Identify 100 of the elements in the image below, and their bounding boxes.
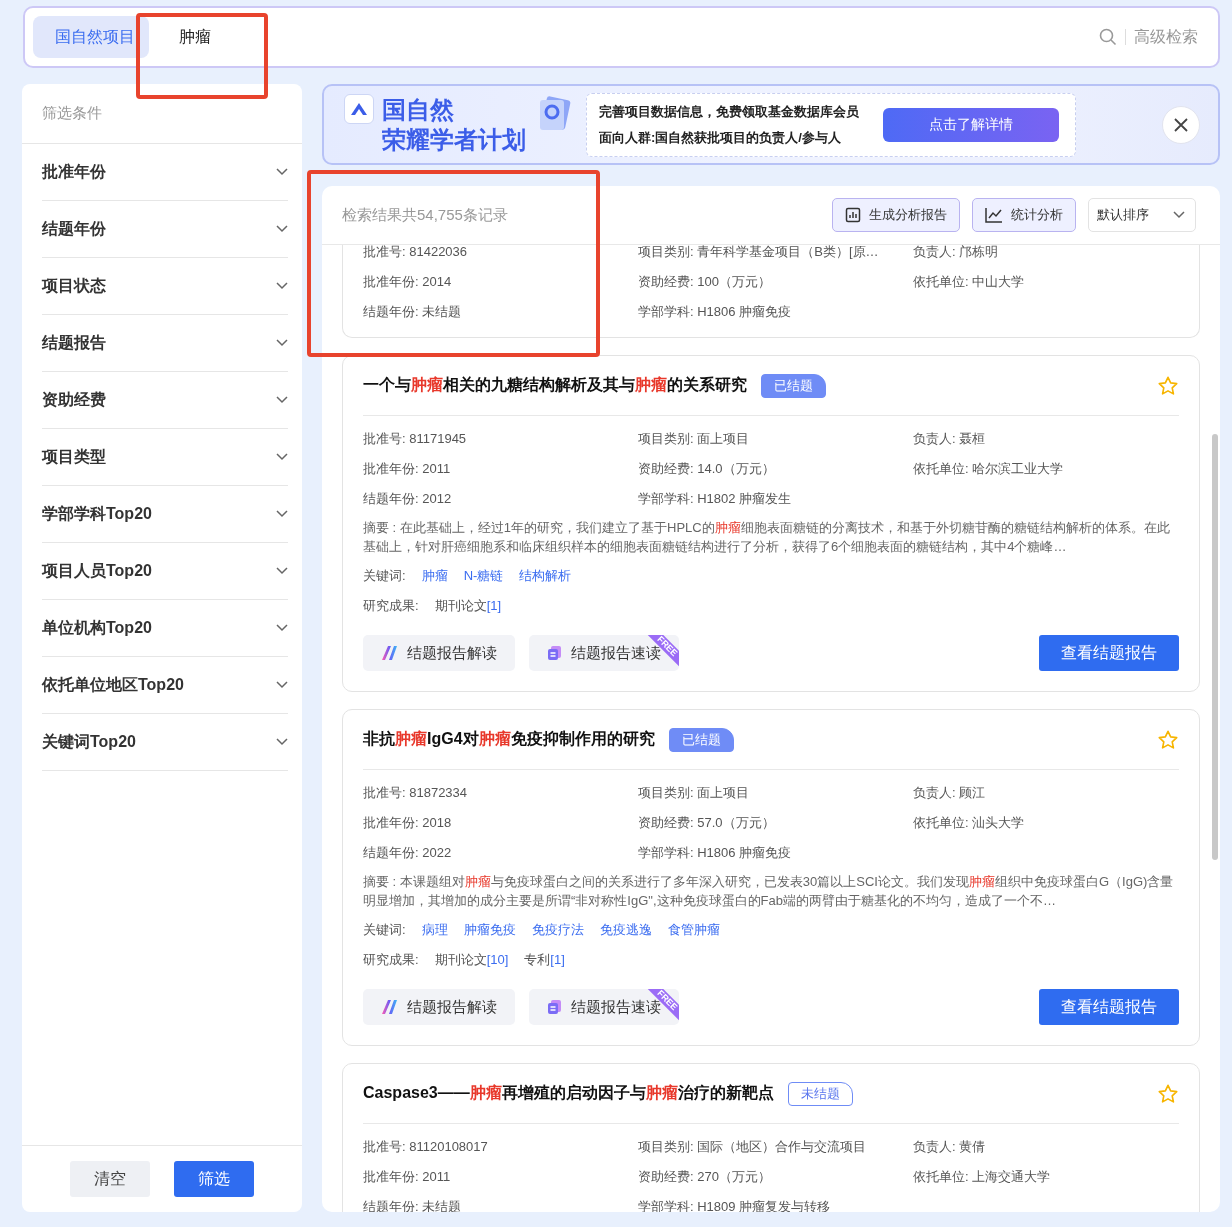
banner-text: 完善项目数据信息，免费领取基金数据库会员: [599, 102, 860, 121]
meta-field: 负责人: 黄倩: [913, 1132, 1179, 1162]
meta-field: 依托单位: 汕头大学: [913, 808, 1179, 838]
filter-item[interactable]: 项目人员Top20: [42, 543, 288, 600]
keywords-label: 关键词:: [363, 567, 406, 585]
meta-field: 资助经费: 100（万元）: [638, 267, 913, 297]
project-title[interactable]: 一个与肿瘤相关的九糖结构解析及其与肿瘤的关系研究: [363, 375, 747, 396]
chevron-down-icon: [276, 339, 288, 347]
meta-field: 批准号: 81422036: [363, 245, 638, 267]
meta-field: 学部学科: H1806 肿瘤免疫: [638, 838, 913, 868]
details-button[interactable]: 点击了解详情: [883, 107, 1059, 142]
project-title[interactable]: Caspase3——肿瘤再增殖的启动因子与肿瘤治疗的新靶点: [363, 1083, 774, 1104]
meta-field: 负责人: 邝栋明: [913, 245, 1179, 267]
keyword-link[interactable]: 肿瘤: [421, 567, 448, 585]
star-icon[interactable]: [1157, 1082, 1179, 1105]
star-icon[interactable]: [1157, 728, 1179, 751]
meta-field: 依托单位: 中山大学: [913, 267, 1179, 297]
logo-icon: [344, 94, 374, 124]
meta-field: 结题年份: 2022: [363, 838, 638, 868]
filter-item[interactable]: 项目类型: [42, 429, 288, 486]
meta-field: 依托单位: 哈尔滨工业大学: [913, 454, 1179, 484]
filter-item[interactable]: 学部学科Top20: [42, 486, 288, 543]
chevron-down-icon: [276, 396, 288, 404]
keyword-link[interactable]: 免疫逃逸: [599, 921, 652, 939]
clear-button[interactable]: 清空: [70, 1161, 150, 1197]
meta-field: 批准年份: 2014: [363, 267, 638, 297]
interpret-button[interactable]: 结题报告解读: [363, 989, 515, 1025]
sort-dropdown[interactable]: 默认排序: [1088, 198, 1196, 232]
keyword-link[interactable]: 结构解析: [519, 567, 572, 585]
banner-text: 面向人群:国自然获批项目的负责人/参与人: [599, 128, 842, 147]
filter-item[interactable]: 结题年份: [42, 201, 288, 258]
keywords-label: 关键词:: [363, 921, 406, 939]
meta-field: 学部学科: H1809 肿瘤复发与转移: [638, 1192, 913, 1212]
statistics-button[interactable]: 统计分析: [972, 198, 1076, 232]
outputs-label: 研究成果:: [363, 951, 419, 969]
chevron-down-icon: [276, 738, 288, 746]
outputs-label: 研究成果:: [363, 597, 419, 615]
search-query[interactable]: 肿瘤: [179, 26, 1099, 48]
filter-item[interactable]: 依托单位地区Top20: [42, 657, 288, 714]
scrollbar[interactable]: [1212, 434, 1218, 860]
filter-item[interactable]: 结题报告: [42, 315, 288, 372]
keyword-link[interactable]: 病理: [421, 921, 448, 939]
filter-item[interactable]: 单位机构Top20: [42, 600, 288, 657]
view-report-button[interactable]: 查看结题报告: [1039, 635, 1179, 671]
meta-field: 项目类别: 国际（地区）合作与交流项目: [638, 1132, 913, 1162]
output-link[interactable]: 期刊论文[10]: [434, 951, 509, 969]
filter-button[interactable]: 筛选: [174, 1161, 254, 1197]
star-icon[interactable]: [1157, 374, 1179, 397]
chevron-down-icon: [276, 168, 288, 176]
chevron-down-icon: [1173, 211, 1185, 219]
chevron-down-icon: [276, 624, 288, 632]
analysis-report-button[interactable]: 生成分析报告: [832, 198, 960, 232]
ai-icon: [381, 645, 399, 661]
search-icon[interactable]: [1099, 28, 1117, 46]
status-tag: 已结题: [668, 727, 734, 752]
keyword-link[interactable]: 食管肿瘤: [667, 921, 720, 939]
meta-field: 学部学科: H1802 肿瘤发生: [638, 484, 913, 514]
filter-item[interactable]: 项目状态: [42, 258, 288, 315]
keyword-link[interactable]: 肿瘤免疫: [463, 921, 516, 939]
meta-field: 批准号: 81120108017: [363, 1132, 638, 1162]
meta-field: 批准年份: 2018: [363, 808, 638, 838]
scope-tab[interactable]: 国自然项目: [33, 16, 149, 58]
meta-field: 结题年份: 未结题: [363, 297, 638, 327]
meta-field: 学部学科: H1806 肿瘤免疫: [638, 297, 913, 327]
banner-subtitle: 荣耀学者计划: [382, 124, 526, 155]
output-link[interactable]: 期刊论文[1]: [434, 597, 502, 615]
keyword-link[interactable]: N-糖链: [463, 567, 504, 585]
meta-field: 批准年份: 2011: [363, 454, 638, 484]
report-icon: [845, 207, 861, 223]
meta-field: 依托单位: 上海交通大学: [913, 1162, 1179, 1192]
meta-field: 项目类别: 面上项目: [638, 778, 913, 808]
chevron-down-icon: [276, 681, 288, 689]
close-button[interactable]: [1162, 105, 1200, 144]
meta-field: 资助经费: 57.0（万元）: [638, 808, 913, 838]
meta-field: 资助经费: 14.0（万元）: [638, 454, 913, 484]
status-tag: 未结题: [787, 1081, 853, 1106]
document-icon: [547, 645, 563, 661]
chevron-down-icon: [276, 510, 288, 518]
filter-item[interactable]: 资助经费: [42, 372, 288, 429]
ai-icon: [381, 999, 399, 1015]
abstract-text: 摘要 : 本课题组对肿瘤与免疫球蛋白之间的关系进行了多年深入研究，已发表30篇以上SCI论文。我们发现肿瘤组织中免疫球蛋白G（IgG)含量明显增加，其增加的成分主要是所谓“非对称性IgG",这种免疫球蛋白的Fab端的两臂由于糖基化的不均匀，造成了一个不…: [363, 873, 1175, 910]
filter-item[interactable]: 关键词Top20: [42, 714, 288, 771]
view-report-button[interactable]: 查看结题报告: [1039, 989, 1179, 1025]
meta-field: 结题年份: 2012: [363, 484, 638, 514]
document-icon: [547, 999, 563, 1015]
chevron-down-icon: [276, 567, 288, 575]
meta-field: 批准号: 81872334: [363, 778, 638, 808]
filter-item[interactable]: 批准年份: [42, 144, 288, 201]
output-link[interactable]: 专利[1]: [524, 951, 565, 969]
line-chart-icon: [985, 207, 1003, 223]
result-count: 检索结果共54,755条记录: [342, 205, 509, 225]
chevron-down-icon: [276, 453, 288, 461]
keyword-link[interactable]: 免疫疗法: [531, 921, 584, 939]
project-title[interactable]: 非抗肿瘤IgG4对肿瘤免疫抑制作用的研究: [363, 729, 655, 750]
meta-field: 结题年份: 未结题: [363, 1192, 638, 1212]
chevron-down-icon: [276, 225, 288, 233]
meta-field: 批准年份: 2011: [363, 1162, 638, 1192]
sidebar-title: 筛选条件: [42, 104, 102, 123]
chevron-down-icon: [276, 282, 288, 290]
interpret-button[interactable]: 结题报告解读: [363, 635, 515, 671]
